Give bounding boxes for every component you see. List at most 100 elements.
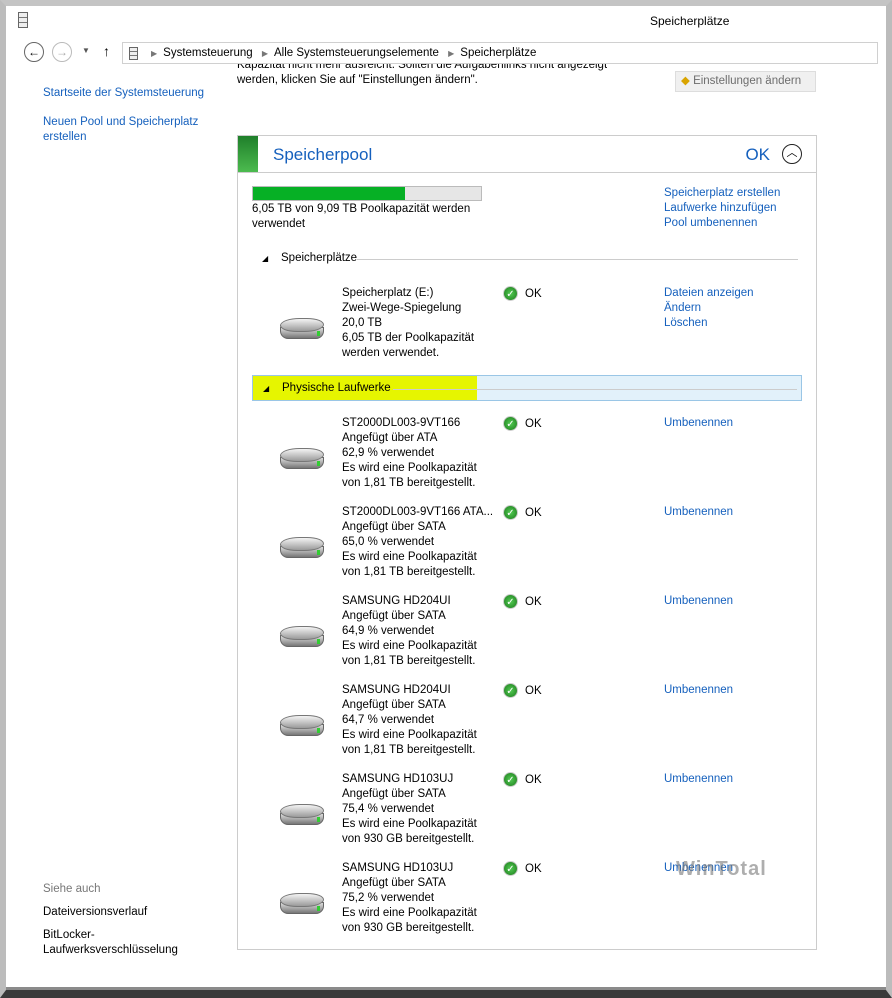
drive-icon	[278, 446, 326, 472]
intro-text: Kapazität nicht mehr ausreicht. Sollten …	[237, 64, 607, 94]
sidebar-link-new-pool[interactable]: Neuen Pool und Speicherplatz erstellen	[43, 115, 218, 145]
drive-info-line: von 1,81 TB bereitgestellt.	[342, 744, 476, 756]
check-icon: ✓	[503, 286, 518, 301]
see-also-bitlocker[interactable]: BitLocker-Laufwerksverschlüsselung	[43, 928, 193, 958]
taskbar-edge	[6, 987, 886, 990]
drive-info-line: von 930 GB bereitgestellt.	[342, 833, 475, 845]
up-button[interactable]: ↑	[103, 43, 110, 59]
rename-drive-link[interactable]: Umbenennen	[664, 772, 733, 787]
drive-status: ✓ OK	[503, 861, 542, 876]
drive-info-line: ST2000DL003-9VT166 ATA...	[342, 506, 494, 518]
drive-info-line: von 1,81 TB bereitgestellt.	[342, 566, 476, 578]
divider	[393, 389, 797, 390]
breadcrumb-systemsteuerung[interactable]: Systemsteuerung	[163, 47, 253, 59]
drive-info-line: von 1,81 TB bereitgestellt.	[342, 655, 476, 667]
check-icon: ✓	[503, 683, 518, 698]
wintotal-watermark: WinTotal	[676, 858, 767, 880]
button-label: Einstellungen ändern	[693, 75, 802, 87]
drive-info-line: Es wird eine Poolkapazität	[342, 818, 477, 830]
sidebar: Startseite der Systemsteuerung Neuen Poo…	[43, 86, 218, 145]
pool-actions: Speicherplatz erstellen Laufwerke hinzuf…	[664, 186, 780, 231]
status-text: OK	[525, 417, 542, 430]
drive-info-line: SAMSUNG HD204UI	[342, 595, 451, 607]
collapse-triangle-icon: ◢	[262, 254, 269, 263]
drive-icon	[278, 535, 326, 561]
change-settings-button[interactable]: ◆ Einstellungen ändern	[675, 71, 816, 92]
check-icon: ✓	[503, 594, 518, 609]
add-drives-link[interactable]: Laufwerke hinzufügen	[664, 201, 780, 216]
forward-button[interactable]: →	[52, 42, 72, 62]
drive-icon	[278, 316, 326, 342]
section-label: Physische Laufwerke	[282, 382, 391, 394]
pool-status: OK	[745, 145, 770, 164]
drive-status: ✓ OK	[503, 594, 542, 609]
sidebar-link-home[interactable]: Startseite der Systemsteuerung	[43, 86, 218, 101]
collapse-icon[interactable]: ︿	[782, 144, 802, 164]
drive-icon	[278, 624, 326, 650]
rename-drive-link[interactable]: Umbenennen	[664, 594, 733, 609]
drive-icon	[278, 891, 326, 917]
see-also-heading: Siehe auch	[43, 883, 101, 895]
delete-link[interactable]: Löschen	[664, 316, 754, 331]
drive-info-line: Es wird eine Poolkapazität	[342, 640, 477, 652]
divider	[357, 259, 798, 260]
drive-info-line: Es wird eine Poolkapazität	[342, 462, 477, 474]
drive-info-line: 64,7 % verwendet	[342, 714, 435, 726]
status-text: OK	[525, 506, 542, 519]
drive-info-line: Angefügt über SATA	[342, 788, 446, 800]
drive-info-line: Angefügt über SATA	[342, 699, 446, 711]
drive-info-line: Angefügt über ATA	[342, 432, 438, 444]
drive-info-line: 75,4 % verwendet	[342, 803, 435, 815]
see-also: Siehe auch Dateiversionsverlauf BitLocke…	[43, 882, 218, 958]
recent-dropdown-icon[interactable]: ▼	[82, 46, 90, 55]
rename-drive-link[interactable]: Umbenennen	[664, 505, 733, 520]
address-bar[interactable]: ▶ Systemsteuerung ▶ Alle Systemsteuerungse…	[122, 42, 878, 64]
physical-drive-details: ST2000DL003-9VT166 ATA... Angefügt über S…	[342, 505, 493, 580]
physical-drive-details: SAMSUNG HD103UJ Angefügt über SATA 75,4 % …	[342, 772, 477, 847]
rename-drive-link[interactable]: Umbenennen	[664, 683, 733, 698]
drive-info-line: SAMSUNG HD204UI	[342, 684, 451, 696]
drive-icon	[278, 802, 326, 828]
space-name: Speicherplatz (E:)	[342, 287, 434, 299]
see-also-file-history[interactable]: Dateiversionsverlauf	[43, 905, 218, 920]
breadcrumb-alle-elemente[interactable]: Alle Systemsteuerungselemente	[274, 47, 439, 59]
spaces-section-header[interactable]: ◢ Speicherplätze	[252, 246, 802, 272]
pool-status-strip	[238, 136, 258, 172]
drive-info-line: von 930 GB bereitgestellt.	[342, 922, 475, 934]
pool-title: Speicherpool	[273, 145, 373, 164]
status-text: OK	[525, 595, 542, 608]
section-label: Speicherplätze	[281, 252, 362, 264]
drive-info-line: von 1,81 TB bereitgestellt.	[342, 477, 476, 489]
drive-status: ✓ OK	[503, 683, 542, 698]
breadcrumb-speicherplaetze[interactable]: Speicherplätze	[460, 47, 536, 59]
navigation-bar: ← → ▼ ↑ ▶ Systemsteuerung ▶ Alle Systemste…	[14, 40, 878, 66]
drive-info-line: 65,0 % verwendet	[342, 536, 435, 548]
drive-info-line: Angefügt über SATA	[342, 521, 446, 533]
drive-info-line: SAMSUNG HD103UJ	[342, 773, 454, 785]
drive-info-line: Angefügt über SATA	[342, 877, 446, 889]
breadcrumb-separator: ▶	[448, 49, 455, 58]
check-icon: ✓	[503, 861, 518, 876]
drive-info-line: SAMSUNG HD103UJ	[342, 862, 454, 874]
pool-usage-text: 6,05 TB von 9,09 TB Poolkapazität werden…	[252, 203, 471, 230]
space-resiliency: Zwei-Wege-Spiegelung	[342, 302, 462, 314]
uac-shield-icon: ◆	[681, 75, 690, 87]
rename-pool-link[interactable]: Pool umbenennen	[664, 216, 780, 231]
back-button[interactable]: ←	[24, 42, 44, 62]
view-files-link[interactable]: Dateien anzeigen	[664, 286, 754, 301]
drive-status: ✓ OK	[503, 416, 542, 431]
space-size: 20,0 TB	[342, 317, 383, 329]
change-link[interactable]: Ändern	[664, 301, 754, 316]
drive-info-line: ST2000DL003-9VT166	[342, 417, 461, 429]
physical-drives-section-header[interactable]: ◢ Physische Laufwerke	[252, 375, 802, 401]
drive-info-line: Es wird eine Poolkapazität	[342, 729, 477, 741]
drive-info-line: Es wird eine Poolkapazität	[342, 907, 477, 919]
drive-info-line: Es wird eine Poolkapazität	[342, 551, 477, 563]
check-icon: ✓	[503, 772, 518, 787]
physical-drive-details: ST2000DL003-9VT166 Angefügt über ATA 62,9 …	[342, 416, 477, 491]
space-usage: 6,05 TB der Poolkapazität	[342, 332, 475, 344]
drive-icon	[278, 713, 326, 739]
create-space-link[interactable]: Speicherplatz erstellen	[664, 186, 780, 201]
rename-drive-link[interactable]: Umbenennen	[664, 416, 733, 431]
window-title: Speicherplätze	[650, 14, 730, 28]
